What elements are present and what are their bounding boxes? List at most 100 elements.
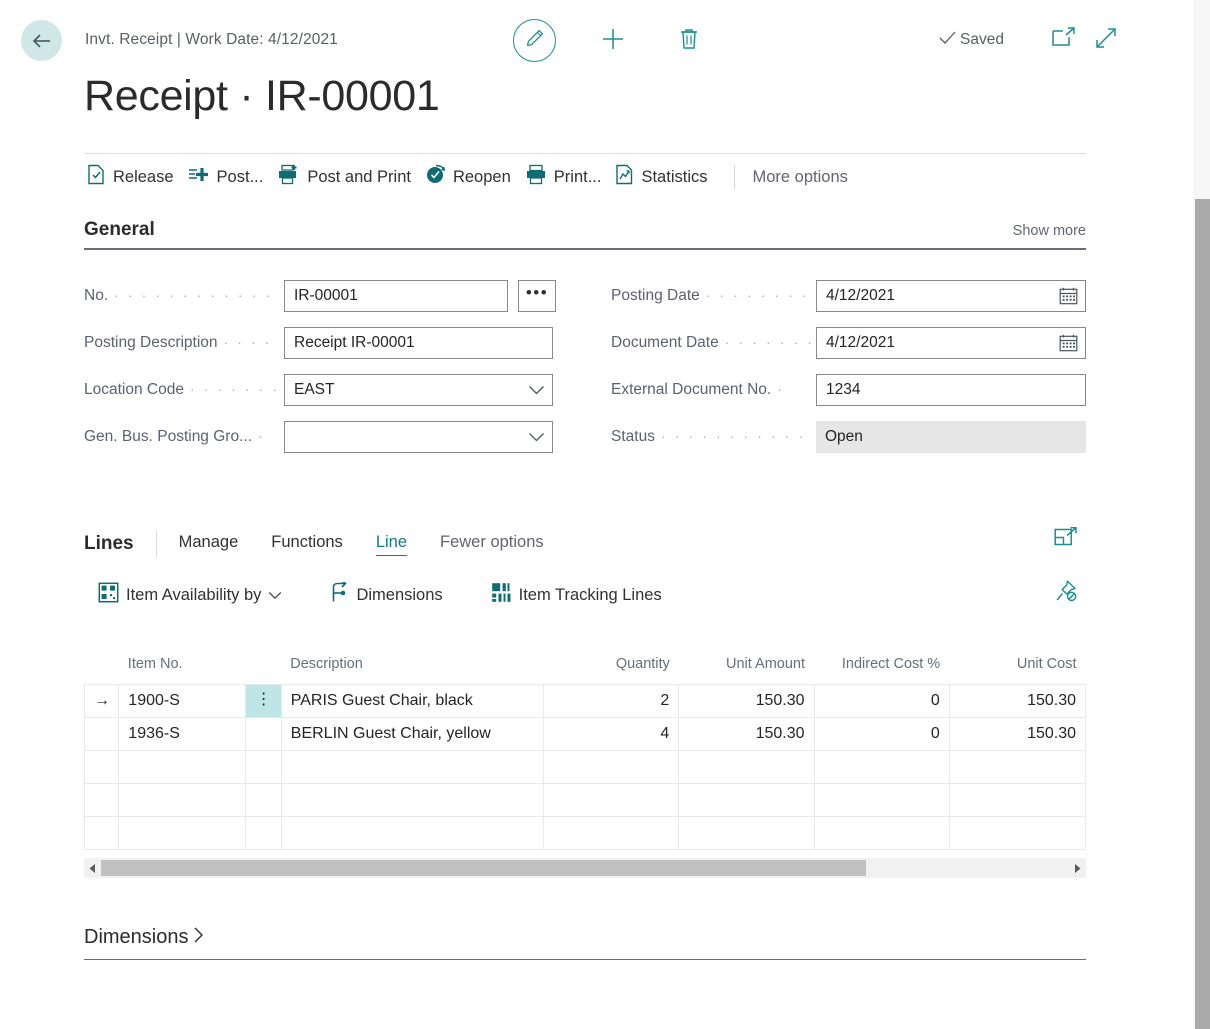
cell-description[interactable]: BERLIN Guest Chair, yellow <box>280 717 545 751</box>
dimensions-button[interactable]: Dimensions <box>330 580 443 608</box>
header-quantity[interactable]: Quantity <box>543 628 679 685</box>
row-menu-button[interactable] <box>245 816 282 850</box>
scrollbar-track[interactable] <box>101 858 1069 878</box>
cell-indirect-cost[interactable] <box>813 750 950 784</box>
show-more-link[interactable]: Show more <box>1013 223 1086 241</box>
row-menu-button[interactable] <box>245 783 282 817</box>
post-label: Post... <box>216 167 264 186</box>
row-menu-button[interactable]: ⋮ <box>245 684 282 718</box>
item-tracking-lines-button[interactable]: Item Tracking Lines <box>491 582 662 608</box>
unpin-button[interactable] <box>1053 580 1079 606</box>
header-indirect-cost[interactable]: Indirect Cost % <box>814 628 950 685</box>
statistics-button[interactable]: Statistics <box>613 160 719 194</box>
cell-quantity[interactable]: 4 <box>543 717 680 751</box>
input-no[interactable]: IR-00001 <box>284 279 508 312</box>
chevron-down-icon[interactable] <box>268 586 282 605</box>
cell-unit-cost[interactable] <box>948 750 1087 784</box>
fullscreen-button[interactable] <box>1093 27 1119 53</box>
tab-line[interactable]: Line <box>375 533 408 556</box>
post-button[interactable]: Post... <box>186 161 276 194</box>
input-document-date[interactable]: 4/12/2021 <box>816 326 1086 359</box>
print-label: Print... <box>553 167 602 186</box>
calendar-icon[interactable] <box>1059 333 1078 352</box>
table-row[interactable]: → 1900-S ⋮ PARIS Guest Chair, black 2 15… <box>83 684 1087 718</box>
cell-quantity[interactable]: 2 <box>543 684 680 718</box>
item-availability-by-button[interactable]: Item Availability by <box>98 582 282 608</box>
row-menu-button[interactable] <box>245 717 282 751</box>
cell-unit-cost[interactable] <box>948 783 1087 817</box>
table-row[interactable] <box>83 750 1087 784</box>
post-and-print-button[interactable]: Post and Print <box>275 160 423 194</box>
dropdown-location-code[interactable]: EAST <box>284 373 553 406</box>
scroll-right-button[interactable] <box>1069 858 1086 878</box>
open-grid-in-new-window-button[interactable] <box>1053 526 1079 553</box>
cell-indirect-cost[interactable]: 0 <box>813 684 950 718</box>
cell-item-no[interactable] <box>118 750 247 784</box>
cell-quantity[interactable] <box>543 816 680 850</box>
reopen-button[interactable]: Reopen <box>423 160 523 194</box>
release-button[interactable]: Release <box>84 160 186 194</box>
cell-unit-amount[interactable] <box>678 750 815 784</box>
header-description[interactable]: Description <box>281 628 544 685</box>
cell-unit-cost[interactable]: 150.30 <box>948 717 1087 751</box>
tab-functions[interactable]: Functions <box>271 533 343 555</box>
open-in-new-window-button[interactable] <box>1050 26 1077 52</box>
tab-manage[interactable]: Manage <box>179 533 239 555</box>
breadcrumb[interactable]: Invt. Receipt | Work Date: 4/12/2021 <box>85 31 338 49</box>
dimensions-expander[interactable]: Dimensions <box>84 925 1086 960</box>
cell-item-no[interactable] <box>118 783 247 817</box>
cell-indirect-cost[interactable] <box>813 816 950 850</box>
release-label: Release <box>113 167 174 186</box>
cell-unit-amount[interactable]: 150.30 <box>678 684 815 718</box>
edit-button[interactable] <box>513 19 556 62</box>
cell-indirect-cost[interactable] <box>813 783 950 817</box>
header-unit-amount[interactable]: Unit Amount <box>678 628 815 685</box>
cell-description[interactable]: PARIS Guest Chair, black <box>280 684 545 718</box>
cell-unit-cost[interactable] <box>948 816 1087 850</box>
row-indicator <box>83 717 120 751</box>
input-posting-date[interactable]: 4/12/2021 <box>816 279 1086 312</box>
scrollbar-thumb[interactable] <box>101 860 866 876</box>
cell-quantity[interactable] <box>543 783 680 817</box>
cell-unit-amount[interactable]: 150.30 <box>678 717 815 751</box>
table-row[interactable] <box>83 783 1087 817</box>
cell-description[interactable] <box>280 750 545 784</box>
dropdown-gen-bus-posting-group[interactable] <box>284 420 553 453</box>
top-bar: Invt. Receipt | Work Date: 4/12/2021 Sav… <box>0 0 1210 62</box>
delete-button[interactable] <box>675 26 703 56</box>
new-button[interactable] <box>598 26 628 56</box>
cell-quantity[interactable] <box>543 750 680 784</box>
chevron-down-icon[interactable] <box>528 431 545 442</box>
chevron-down-icon[interactable] <box>528 384 545 395</box>
cell-description[interactable] <box>280 783 545 817</box>
print-button[interactable]: Print... <box>523 160 614 194</box>
grid-horizontal-scrollbar[interactable] <box>84 858 1086 878</box>
row-menu-button[interactable] <box>245 750 282 784</box>
cell-description[interactable] <box>280 816 545 850</box>
row-indicator <box>83 783 120 817</box>
cell-indirect-cost[interactable]: 0 <box>813 717 950 751</box>
header-item-no[interactable]: Item No. <box>118 628 282 685</box>
more-options-button[interactable]: More options <box>753 168 848 187</box>
cell-unit-amount[interactable] <box>678 783 815 817</box>
input-external-document-no[interactable]: 1234 <box>816 373 1086 406</box>
label-location-code: Location Code · · · · · · · · · · · · <box>84 380 280 398</box>
tab-fewer-options[interactable]: Fewer options <box>440 533 544 555</box>
header-unit-cost[interactable]: Unit Cost <box>949 628 1086 685</box>
back-button[interactable] <box>21 20 62 61</box>
cell-item-no[interactable]: 1936-S <box>118 717 247 751</box>
cell-item-no[interactable] <box>118 816 247 850</box>
table-row[interactable] <box>83 816 1087 850</box>
assist-edit-no-button[interactable]: ••• <box>518 279 556 312</box>
calendar-icon[interactable] <box>1059 286 1078 305</box>
cell-unit-cost[interactable]: 150.30 <box>948 684 1087 718</box>
scroll-left-button[interactable] <box>84 858 101 878</box>
cell-unit-amount[interactable] <box>678 816 815 850</box>
cell-item-no[interactable]: 1900-S <box>118 684 247 718</box>
page-vertical-scrollbar[interactable] <box>1193 0 1210 1029</box>
table-row[interactable]: 1936-S BERLIN Guest Chair, yellow 4 150.… <box>83 717 1087 751</box>
page-scrollbar-thumb[interactable] <box>1195 199 1210 1029</box>
input-posting-description[interactable]: Receipt IR-00001 <box>284 326 553 359</box>
item-tracking-lines-label: Item Tracking Lines <box>518 585 662 604</box>
input-no-value: IR-00001 <box>294 286 358 304</box>
